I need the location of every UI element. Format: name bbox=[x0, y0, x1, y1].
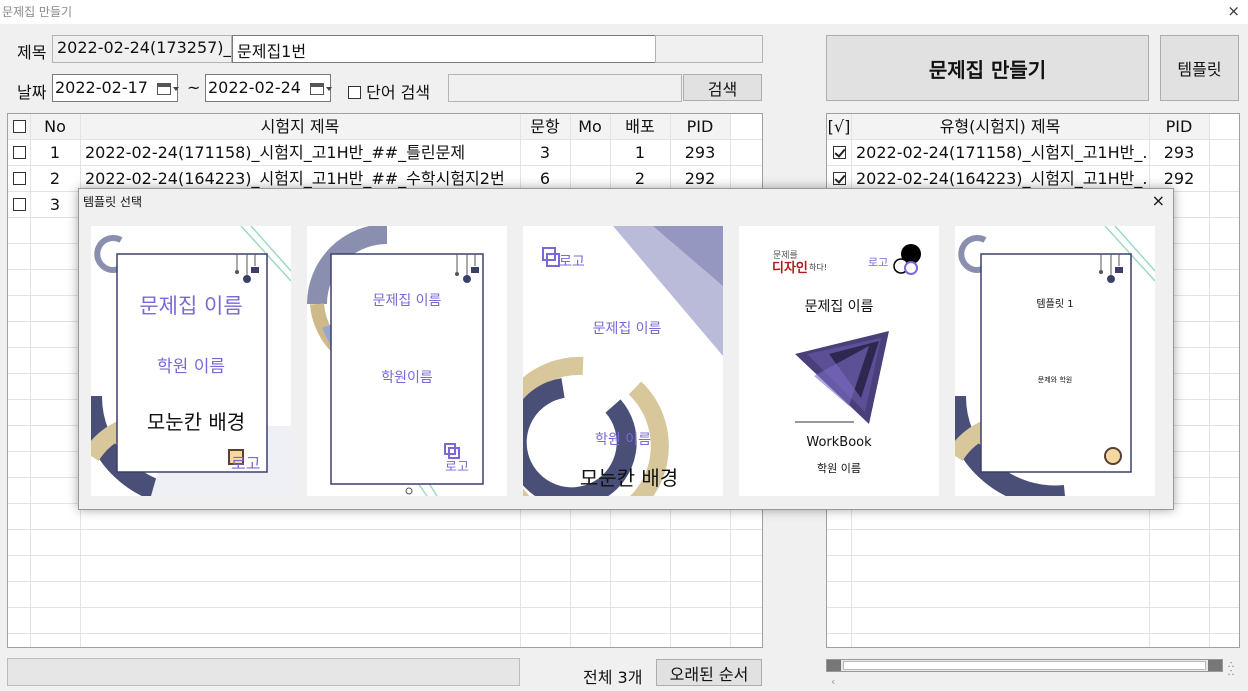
row-checkbox[interactable] bbox=[8, 192, 30, 218]
close-icon[interactable]: × bbox=[1152, 191, 1165, 210]
total-count: 전체 3개 bbox=[583, 668, 643, 687]
template-3-artwork bbox=[523, 226, 723, 496]
book-name-text: 문제집 이름 bbox=[139, 294, 243, 318]
book-name-text: 문제집 이름 bbox=[592, 321, 662, 337]
row-title: 2022-02-24(171158)_시험지_고1H반_... bbox=[856, 143, 1149, 162]
book-name-text: 문제집 이름 bbox=[372, 293, 442, 309]
header-dist[interactable]: 배포 bbox=[610, 114, 670, 140]
close-icon[interactable]: × bbox=[1227, 2, 1240, 20]
scroll-right-button[interactable] bbox=[1208, 660, 1222, 671]
academy-name-text: 학원이름 bbox=[381, 370, 433, 386]
template-name-text: 템플릿 1 bbox=[1036, 299, 1074, 310]
title-name-input[interactable]: 문제집1번 bbox=[232, 35, 656, 63]
template-card-3[interactable]: 로고 문제집 이름 학원 이름 모눈칸 배경 bbox=[523, 226, 723, 496]
date-label: 날짜 bbox=[17, 83, 47, 102]
checkbox-icon[interactable] bbox=[12, 198, 26, 211]
title-prefix-field: 2022-02-24(173257)_ bbox=[52, 35, 232, 63]
title-bar: 문제집 만들기 × bbox=[0, 0, 1248, 24]
book-name-text: 문제집 이름 bbox=[804, 299, 874, 315]
logo-text: 로고 bbox=[868, 256, 889, 269]
date-from-picker[interactable]: 2022-02-17 bbox=[52, 74, 179, 102]
template-sub-text: 문제와 학원 bbox=[1037, 376, 1073, 384]
title-label: 제목 bbox=[17, 43, 47, 62]
workbook-text: WorkBook bbox=[806, 435, 872, 450]
row-dist: 1 bbox=[634, 143, 646, 162]
row-no: 3 bbox=[49, 195, 61, 214]
checkbox-checked-icon[interactable] bbox=[832, 146, 846, 159]
header-type-title[interactable]: 유형(시험지) 제목 bbox=[851, 114, 1149, 140]
date-to-picker[interactable]: 2022-02-24 bbox=[205, 74, 332, 102]
academy-name-text: 학원 이름 bbox=[595, 432, 651, 448]
template-card-4[interactable]: 문제를 디자인 하다! 로고 문제집 이름 WorkBook 학원 이름 bbox=[739, 226, 939, 496]
row-checkbox[interactable] bbox=[8, 140, 30, 166]
template-card-2[interactable]: 문제집 이름 학원이름 로고 bbox=[307, 226, 507, 496]
sort-order-button[interactable]: 오래된 순서 bbox=[656, 659, 762, 686]
header-no[interactable]: No bbox=[30, 114, 80, 140]
row-checkbox[interactable] bbox=[827, 140, 851, 166]
resize-grip-icon[interactable]: ∴ ∴ bbox=[1228, 661, 1234, 679]
template-5-artwork bbox=[955, 226, 1155, 496]
brand-main-text: 디자인 bbox=[772, 261, 808, 276]
row-pid: 293 bbox=[1163, 143, 1195, 162]
grid-background-caption: 모눈칸 배경 bbox=[146, 410, 246, 434]
row-no: 2 bbox=[49, 169, 61, 188]
word-search-checkbox[interactable]: 단어 검색 bbox=[348, 79, 430, 103]
chevron-left-icon[interactable]: ‹ bbox=[831, 675, 835, 688]
template-button[interactable]: 템플릿 bbox=[1160, 35, 1239, 101]
scroll-left-button[interactable] bbox=[827, 660, 841, 671]
row-items: 3 bbox=[539, 143, 551, 162]
make-workbook-button[interactable]: 문제집 만들기 bbox=[826, 35, 1149, 101]
word-search-label: 단어 검색 bbox=[366, 83, 431, 102]
dialog-title: 템플릿 선택 bbox=[83, 195, 143, 209]
calendar-icon[interactable] bbox=[157, 83, 179, 95]
header-mo[interactable]: Mo bbox=[570, 114, 610, 140]
header-pid[interactable]: PID bbox=[1149, 114, 1209, 140]
header-pid[interactable]: PID bbox=[670, 114, 730, 140]
checkbox-icon[interactable] bbox=[12, 146, 26, 159]
template-card-5[interactable]: 템플릿 1 문제와 학원 bbox=[955, 226, 1155, 496]
template-2-artwork bbox=[307, 226, 484, 496]
header-title[interactable]: 시험지 제목 bbox=[80, 114, 520, 140]
title-extra-field bbox=[655, 35, 763, 63]
row-checkbox[interactable] bbox=[8, 166, 30, 192]
logo-text: 로고 bbox=[231, 454, 261, 473]
calendar-icon[interactable] bbox=[310, 83, 332, 95]
brand-tail-text: 하다! bbox=[809, 263, 827, 272]
checkbox-checked-icon[interactable] bbox=[832, 172, 846, 185]
checkbox-icon[interactable] bbox=[12, 120, 26, 133]
grid-background-caption: 모눈칸 배경 bbox=[579, 466, 679, 490]
checkbox-icon[interactable] bbox=[348, 86, 361, 99]
search-button[interactable]: 검색 bbox=[683, 74, 762, 101]
window-title: 문제집 만들기 bbox=[2, 5, 73, 19]
header-items[interactable]: 문항 bbox=[520, 114, 570, 140]
row-no: 1 bbox=[49, 143, 61, 162]
row-pid: 293 bbox=[684, 143, 716, 162]
template-4-artwork bbox=[795, 244, 921, 424]
logo-text: 로고 bbox=[445, 460, 469, 475]
template-select-dialog[interactable]: 템플릿 선택 × 문제집 이름 학원 이름 모눈칸 배경 로고 문제집 이름 학… bbox=[78, 188, 1174, 510]
horizontal-scrollbar[interactable] bbox=[826, 659, 1223, 672]
academy-name-text: 학원 이름 bbox=[817, 462, 861, 475]
row-mo bbox=[570, 140, 610, 166]
logo-text: 로고 bbox=[559, 254, 585, 270]
template-card-1[interactable]: 문제집 이름 학원 이름 모눈칸 배경 로고 bbox=[91, 226, 291, 496]
header-check[interactable]: [√] bbox=[827, 114, 851, 140]
row-title: 2022-02-24(171158)_시험지_고1H반_##_틀린문제 bbox=[85, 143, 466, 162]
date-from-value: 2022-02-17 bbox=[55, 78, 148, 97]
date-range-tilde: ~ bbox=[187, 78, 201, 97]
select-all-checkbox[interactable] bbox=[8, 114, 30, 140]
date-to-value: 2022-02-24 bbox=[208, 78, 301, 97]
academy-name-text: 학원 이름 bbox=[157, 357, 225, 377]
checkbox-icon[interactable] bbox=[12, 172, 26, 185]
scroll-thumb[interactable] bbox=[843, 661, 1206, 670]
status-bar bbox=[7, 658, 520, 686]
search-input[interactable] bbox=[448, 74, 682, 102]
